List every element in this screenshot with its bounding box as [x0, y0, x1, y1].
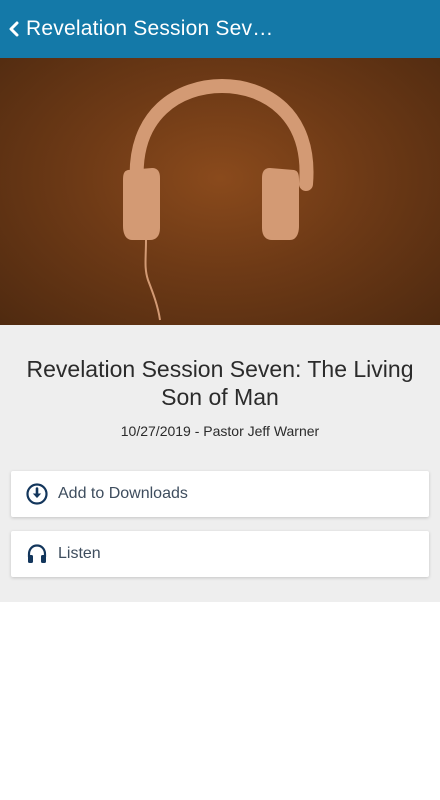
session-meta: 10/27/2019 - Pastor Jeff Warner: [120, 423, 320, 439]
add-to-downloads-label: Add to Downloads: [58, 485, 188, 502]
download-circle-icon: [26, 483, 48, 505]
chevron-left-icon: [9, 21, 19, 37]
headphones-icon: [26, 543, 48, 565]
hero-image: [0, 58, 440, 325]
headphones-artwork: [123, 78, 314, 321]
content-area: Revelation Session Seven: The Living Son…: [0, 325, 440, 602]
add-to-downloads-button[interactable]: Add to Downloads: [11, 471, 429, 517]
top-bar: Revelation Session Seve…: [0, 0, 440, 58]
back-button[interactable]: [2, 0, 26, 58]
session-title: Revelation Session Seven: The Living Son…: [26, 356, 414, 410]
page-title: Revelation Session Seve…: [26, 17, 276, 40]
listen-label: Listen: [58, 545, 101, 562]
listen-button[interactable]: Listen: [11, 531, 429, 577]
